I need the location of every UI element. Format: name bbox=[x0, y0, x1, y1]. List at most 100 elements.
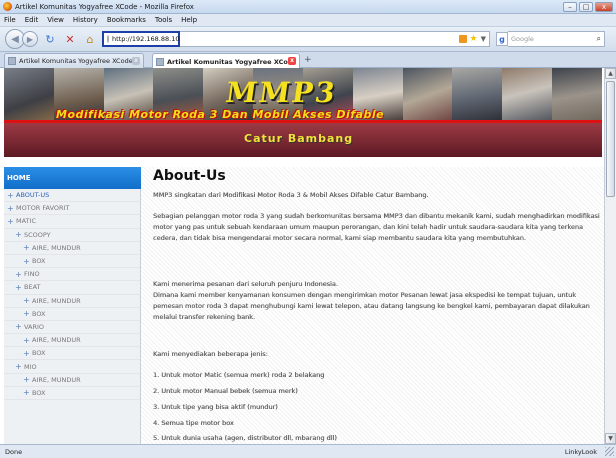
plus-icon: + bbox=[23, 256, 30, 266]
sidebar-item-label: AIRE, MUNDUR bbox=[32, 375, 81, 384]
site-banner: MMP3 Modifikasi Motor Roda 3 Dan Mobil A… bbox=[4, 68, 602, 157]
search-input[interactable]: Google ⌕ bbox=[508, 31, 605, 47]
tab-label: Artikel Komunitas Yogyafree XCode bbox=[19, 57, 133, 65]
forward-button[interactable]: ▶ bbox=[22, 31, 38, 47]
vertical-scrollbar[interactable]: ▲ ▼ bbox=[604, 68, 616, 444]
sidebar-item-box[interactable]: + BOX bbox=[4, 255, 140, 269]
linkylook-addon[interactable]: LinkyLook bbox=[565, 448, 597, 456]
rss-feed-icon[interactable] bbox=[458, 35, 467, 43]
reload-icon[interactable]: ↻ bbox=[42, 31, 58, 47]
sidebar-item-mio[interactable]: + MIO bbox=[4, 360, 140, 374]
back-arrow-icon: ◀ bbox=[11, 33, 19, 45]
list-item: 2. Untuk motor Manual bebek (semua merk) bbox=[153, 387, 298, 395]
status-bar: Done LinkyLook bbox=[0, 444, 616, 458]
sidebar-item-aire-mundur[interactable]: + AIRE, MUNDUR bbox=[4, 374, 140, 387]
article-paragraph: Kami menerima pesanan dari seluruh penju… bbox=[153, 280, 338, 288]
plus-icon: + bbox=[15, 269, 22, 279]
sidebar-item-matic[interactable]: + MATIC bbox=[4, 215, 140, 229]
firefox-icon bbox=[3, 2, 12, 11]
article-paragraph: Kami menyediakan beberapa jenis: bbox=[153, 350, 268, 358]
url-bar[interactable]: http://192.168.88.100/ bbox=[102, 31, 186, 47]
plus-icon: + bbox=[7, 190, 14, 200]
sidebar-home[interactable]: HOME bbox=[4, 167, 141, 189]
site-logo[interactable]: MMP3 bbox=[224, 76, 339, 109]
article-paragraph: Sebagian pelanggan motor roda 3 yang sud… bbox=[153, 212, 600, 242]
tab-1[interactable]: Artikel Komunitas Yogyafree XCode x bbox=[4, 53, 144, 68]
page-content: MMP3 Modifikasi Motor Roda 3 Dan Mobil A… bbox=[0, 68, 604, 444]
sidebar-item-label: FINO bbox=[24, 270, 40, 279]
url-dropdown-icon[interactable]: ▼ bbox=[481, 35, 486, 43]
home-icon[interactable]: ⌂ bbox=[82, 31, 98, 47]
sidebar-item-label: BOX bbox=[32, 388, 46, 397]
tab-bar: Artikel Komunitas Yogyafree XCode x Arti… bbox=[0, 52, 616, 69]
sidebar-menu: HOME + ABOUT-US + MOTOR FAVORIT + MATIC + SC… bbox=[4, 167, 141, 444]
plus-icon: + bbox=[15, 362, 22, 372]
sidebar-item-box[interactable]: + BOX bbox=[4, 387, 140, 400]
menubar: File Edit View History Bookmarks Tools H… bbox=[0, 14, 616, 27]
tab-close-icon[interactable]: x bbox=[132, 57, 140, 65]
page-favicon-icon bbox=[156, 57, 164, 66]
sidebar-item-aire-mundur[interactable]: + AIRE, MUNDUR bbox=[4, 295, 140, 308]
sidebar-item-label: BOX bbox=[32, 349, 46, 358]
menu-view[interactable]: View bbox=[47, 16, 64, 24]
article: About-Us MMP3 singkatan dari Modifikasi … bbox=[153, 167, 603, 442]
sidebar-item-motor-favorit[interactable]: + MOTOR FAVORIT bbox=[4, 202, 140, 216]
scroll-down-icon[interactable]: ▼ bbox=[605, 433, 616, 444]
sidebar-item-scoopy[interactable]: + SCOOPY bbox=[4, 229, 140, 242]
sidebar-item-aire-mundur[interactable]: + AIRE, MUNDUR bbox=[4, 334, 140, 348]
plus-icon: + bbox=[23, 335, 30, 345]
sidebar-item-label: AIRE, MUNDUR bbox=[32, 243, 81, 252]
sidebar-item-about-us[interactable]: + ABOUT-US bbox=[4, 189, 140, 203]
sidebar-item-label: MATIC bbox=[16, 217, 36, 226]
menu-bookmarks[interactable]: Bookmarks bbox=[107, 16, 146, 24]
sidebar-item-aire-mundur[interactable]: + AIRE, MUNDUR bbox=[4, 242, 140, 255]
search-engine-icon[interactable]: g bbox=[496, 32, 508, 46]
sidebar-item-beat[interactable]: + BEAT bbox=[4, 281, 140, 295]
page-favicon-icon bbox=[8, 57, 16, 65]
site-tagline: Modifikasi Motor Roda 3 Dan Mobil Akses … bbox=[56, 108, 385, 121]
url-bar-rest[interactable]: ★ ▼ bbox=[180, 31, 490, 47]
bookmark-star-icon[interactable]: ★ bbox=[470, 34, 478, 44]
sidebar-item-fino[interactable]: + FINO bbox=[4, 268, 140, 282]
sidebar-item-vario[interactable]: + VARIO bbox=[4, 321, 140, 335]
stop-icon[interactable]: ✕ bbox=[62, 31, 78, 47]
menu-tools[interactable]: Tools bbox=[155, 16, 172, 24]
sidebar-item-label: VARIO bbox=[24, 322, 45, 331]
menu-file[interactable]: File bbox=[4, 16, 16, 24]
menu-help[interactable]: Help bbox=[181, 16, 197, 24]
list-item: 3. Untuk tipe yang bisa aktif (mundur) bbox=[153, 403, 278, 411]
url-text: http://192.168.88.100/ bbox=[112, 35, 186, 43]
tab-close-icon[interactable]: x bbox=[288, 57, 296, 65]
navigation-toolbar: ◀ ▶ ↻ ✕ ⌂ http://192.168.88.100/ ★ ▼ g G… bbox=[0, 27, 616, 52]
menu-history[interactable]: History bbox=[73, 16, 98, 24]
plus-icon: + bbox=[15, 230, 22, 240]
sidebar-item-label: SCOOPY bbox=[24, 230, 51, 239]
resize-grip-icon[interactable] bbox=[605, 447, 614, 456]
scroll-up-icon[interactable]: ▲ bbox=[605, 68, 616, 79]
tab-2[interactable]: Artikel Komunitas Yogyafree XCo... x bbox=[152, 53, 300, 69]
close-button[interactable]: x bbox=[595, 1, 613, 12]
maximize-button[interactable]: □ bbox=[579, 1, 593, 12]
site-author: Catur Bambang bbox=[244, 132, 354, 145]
sidebar-item-label: BEAT bbox=[24, 283, 41, 292]
sidebar-item-box[interactable]: + BOX bbox=[4, 347, 140, 361]
status-text: Done bbox=[5, 447, 23, 456]
scroll-thumb[interactable] bbox=[606, 81, 615, 197]
article-title: About-Us bbox=[153, 168, 226, 184]
list-item: 4. Semua tipe motor box bbox=[153, 419, 234, 427]
sidebar-item-box[interactable]: + BOX bbox=[4, 308, 140, 321]
plus-icon: + bbox=[23, 296, 30, 306]
plus-icon: + bbox=[7, 216, 14, 226]
list-item: 5. Untuk dunia usaha (agen, distributor … bbox=[153, 434, 337, 442]
tab-label: Artikel Komunitas Yogyafree XCo... bbox=[167, 57, 296, 66]
list-item: 1. Untuk motor Matic (semua merk) roda 2… bbox=[153, 371, 325, 379]
minimize-button[interactable]: – bbox=[563, 1, 577, 12]
window-title: Artikel Komunitas Yogyafree XCode - Mozi… bbox=[15, 2, 194, 11]
article-paragraph: MMP3 singkatan dari Modifikasi Motor Rod… bbox=[153, 191, 429, 199]
new-tab-icon[interactable]: + bbox=[304, 55, 312, 65]
search-placeholder: Google bbox=[511, 35, 534, 43]
window-titlebar: Artikel Komunitas Yogyafree XCode - Mozi… bbox=[0, 0, 616, 14]
search-icon[interactable]: ⌕ bbox=[597, 34, 601, 44]
menu-edit[interactable]: Edit bbox=[25, 16, 39, 24]
main-area: HOME + ABOUT-US + MOTOR FAVORIT + MATIC + SC… bbox=[4, 167, 604, 444]
